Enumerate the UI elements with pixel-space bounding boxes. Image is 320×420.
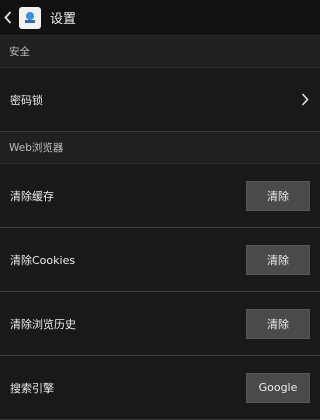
- chevron-left-icon: [4, 11, 12, 24]
- settings-row-clear-cookies: 清除Cookies 清除: [0, 228, 320, 292]
- section-header-security: 安全: [0, 36, 320, 68]
- section-header-web-browser: Web浏览器: [0, 132, 320, 164]
- clear-history-button[interactable]: 清除: [246, 308, 310, 339]
- clear-cache-button[interactable]: 清除: [246, 180, 310, 211]
- settings-row-password-lock[interactable]: 密码锁: [0, 68, 320, 132]
- top-bar: 设置: [0, 0, 320, 36]
- row-label: 清除缓存: [10, 189, 54, 203]
- back-button[interactable]: [3, 10, 13, 26]
- row-label: 清除Cookies: [10, 253, 76, 267]
- clear-cookies-button[interactable]: 清除: [246, 244, 310, 275]
- settings-row-clear-cache: 清除缓存 清除: [0, 164, 320, 228]
- row-label: 密码锁: [10, 93, 43, 107]
- search-engine-button[interactable]: Google: [246, 372, 310, 403]
- settings-row-search-engine: 搜索引擎 Google: [0, 356, 320, 420]
- row-label: 清除浏览历史: [10, 317, 76, 331]
- app-logo-icon: [19, 6, 41, 29]
- page-title: 设置: [50, 12, 77, 27]
- chevron-right-icon: [300, 93, 310, 107]
- settings-row-clear-history: 清除浏览历史 清除: [0, 292, 320, 356]
- row-label: 搜索引擎: [10, 381, 54, 395]
